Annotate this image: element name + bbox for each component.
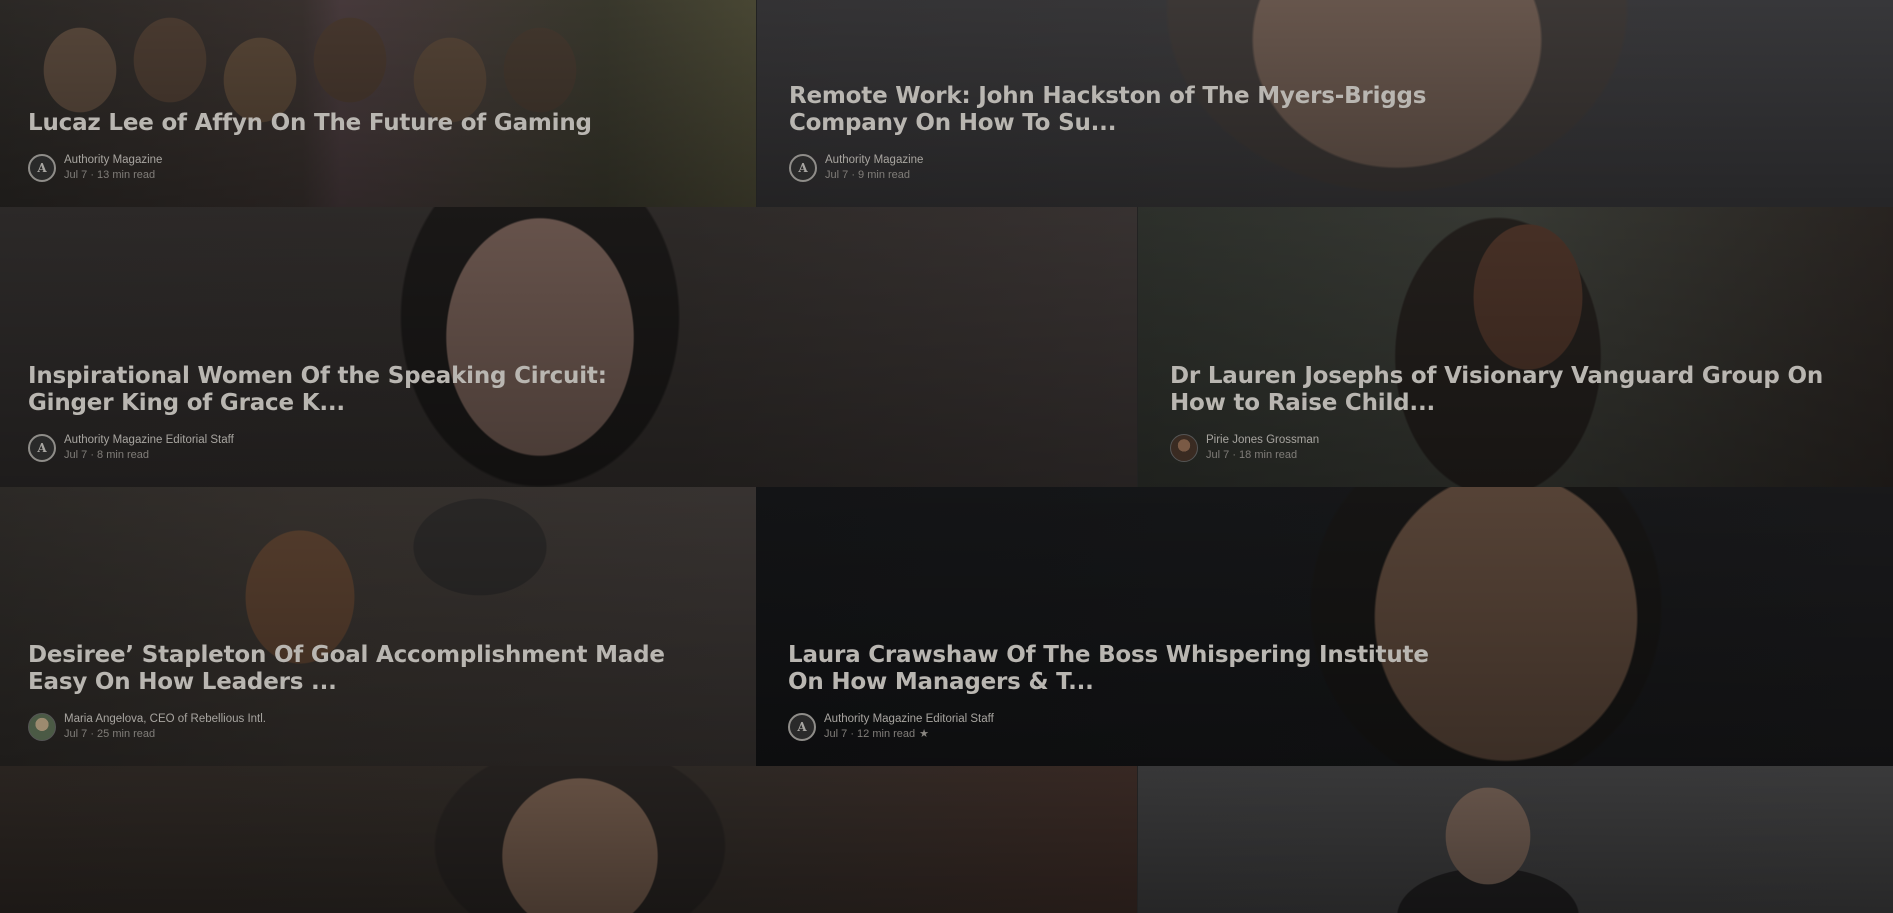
story-meta: Jul 7 · 18 min read <box>1206 449 1298 461</box>
story-card-laura-crawshaw[interactable]: Laura Crawshaw Of The Boss Whispering In… <box>756 487 1893 766</box>
story-content: Lucaz Lee of Affyn On The Future of Gami… <box>28 110 736 183</box>
story-card-ginger-king[interactable]: Inspirational Women Of the Speaking Circ… <box>0 207 1137 487</box>
story-content: Laura Crawshaw Of The Boss Whispering In… <box>788 642 1873 742</box>
story-card-desiree-stapleton[interactable]: Desiree’ Stapleton Of Goal Accomplishmen… <box>0 487 756 766</box>
story-card-john-hackston[interactable]: Remote Work: John Hackston of The Myers-… <box>756 0 1893 207</box>
story-title[interactable]: Lucaz Lee of Affyn On The Future of Gami… <box>28 110 688 137</box>
byline: A Authority Magazine Jul 7 · 13 min read <box>28 153 736 183</box>
author-name[interactable]: Authority Magazine <box>64 153 162 168</box>
author-name[interactable]: Maria Angelova, CEO of Rebellious Intl. <box>64 712 266 727</box>
story-meta: Jul 7 · 25 min read <box>64 728 156 740</box>
story-meta: Jul 7 · 13 min read <box>64 169 156 181</box>
author-name[interactable]: Authority Magazine <box>825 153 923 168</box>
authority-magazine-logo-icon[interactable]: A <box>28 434 56 462</box>
story-card-lucaz-lee[interactable]: Lucaz Lee of Affyn On The Future of Gami… <box>0 0 756 207</box>
story-title[interactable]: Remote Work: John Hackston of The Myers-… <box>789 83 1449 137</box>
author-name[interactable]: Pirie Jones Grossman <box>1206 433 1319 448</box>
story-card-partial-1[interactable] <box>0 766 1137 913</box>
story-content: Inspirational Women Of the Speaking Circ… <box>28 363 1117 463</box>
author-avatar[interactable] <box>28 713 56 741</box>
story-meta: Jul 7 · 8 min read <box>64 449 150 461</box>
author-avatar[interactable] <box>1170 434 1198 462</box>
story-card-lauren-josephs[interactable]: Dr Lauren Josephs of Visionary Vanguard … <box>1137 207 1893 487</box>
story-content: Desiree’ Stapleton Of Goal Accomplishmen… <box>28 642 736 742</box>
author-name[interactable]: Authority Magazine Editorial Staff <box>824 712 994 727</box>
byline: A Authority Magazine Editorial Staff Jul… <box>788 712 1873 742</box>
story-content: Remote Work: John Hackston of The Myers-… <box>789 83 1873 183</box>
story-title[interactable]: Laura Crawshaw Of The Boss Whispering In… <box>788 642 1448 696</box>
authority-magazine-logo-icon[interactable]: A <box>28 154 56 182</box>
byline: Pirie Jones Grossman Jul 7 · 18 min read <box>1170 433 1873 463</box>
story-grid: Lucaz Lee of Affyn On The Future of Gami… <box>0 0 1893 913</box>
authority-magazine-logo-icon[interactable]: A <box>788 713 816 741</box>
story-content: Dr Lauren Josephs of Visionary Vanguard … <box>1170 363 1873 463</box>
byline: A Authority Magazine Jul 7 · 9 min read <box>789 153 1873 183</box>
story-title[interactable]: Dr Lauren Josephs of Visionary Vanguard … <box>1170 363 1830 417</box>
author-name[interactable]: Authority Magazine Editorial Staff <box>64 433 234 448</box>
member-only-star-icon: ★ <box>919 728 930 740</box>
byline: A Authority Magazine Editorial Staff Jul… <box>28 433 1117 463</box>
story-title[interactable]: Inspirational Women Of the Speaking Circ… <box>28 363 688 417</box>
story-meta: Jul 7 · 12 min read ★ <box>824 728 930 740</box>
byline: Maria Angelova, CEO of Rebellious Intl. … <box>28 712 736 742</box>
story-meta: Jul 7 · 9 min read <box>825 169 911 181</box>
authority-magazine-logo-icon[interactable]: A <box>789 154 817 182</box>
story-title[interactable]: Desiree’ Stapleton Of Goal Accomplishmen… <box>28 642 688 696</box>
story-card-partial-2[interactable] <box>1137 766 1893 913</box>
